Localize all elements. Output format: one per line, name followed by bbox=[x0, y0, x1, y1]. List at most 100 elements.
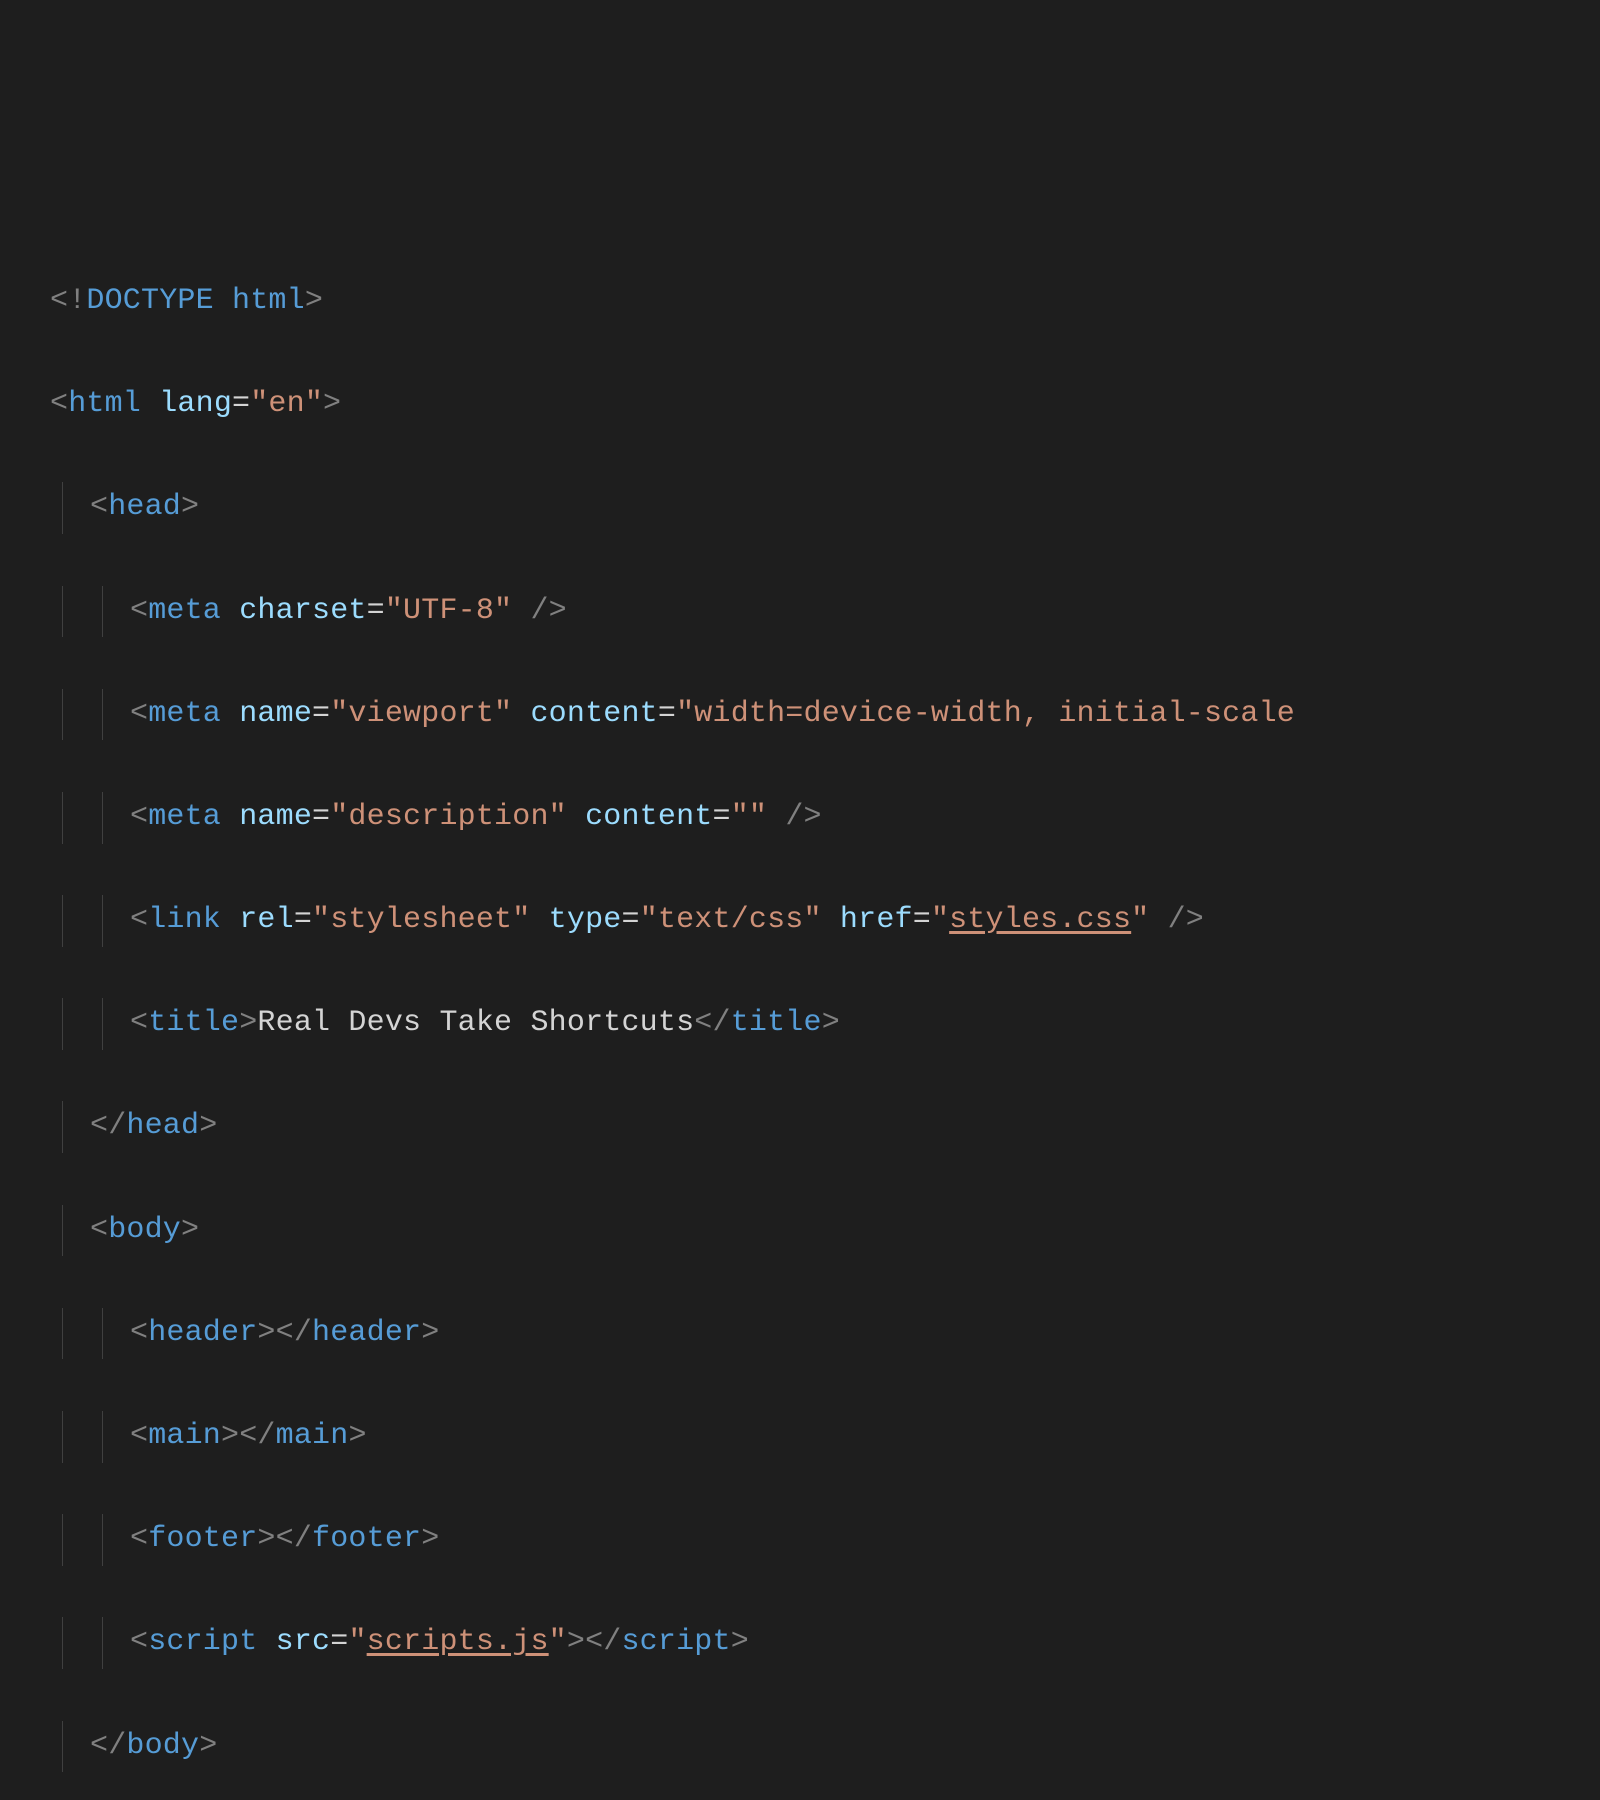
bracket: > bbox=[305, 284, 323, 318]
bracket: > bbox=[257, 1522, 275, 1556]
tag-meta: meta bbox=[148, 697, 221, 731]
indent-guide bbox=[62, 689, 63, 741]
code-line[interactable]: <!DOCTYPE html> bbox=[50, 276, 1600, 328]
equals: = bbox=[913, 903, 931, 937]
bracket: < bbox=[90, 490, 108, 524]
bracket: > bbox=[323, 387, 341, 421]
indent-guide bbox=[62, 998, 63, 1050]
bracket: /> bbox=[785, 800, 821, 834]
bracket: </ bbox=[90, 1729, 126, 1763]
code-line[interactable]: <html lang="en"> bbox=[50, 379, 1600, 431]
equals: = bbox=[621, 903, 639, 937]
indent-guide bbox=[62, 895, 63, 947]
code-line[interactable]: <script src="scripts.js"></script> bbox=[50, 1617, 1600, 1669]
tag-head-close: head bbox=[126, 1109, 199, 1143]
tag-main-close: main bbox=[276, 1419, 349, 1453]
attr-lang-value: "en" bbox=[250, 387, 323, 421]
equals: = bbox=[312, 697, 330, 731]
tag-header: header bbox=[148, 1316, 257, 1350]
indent-guide bbox=[62, 1101, 63, 1153]
indent-guide bbox=[102, 895, 103, 947]
bracket: < bbox=[130, 594, 148, 628]
attr-src: src bbox=[276, 1625, 331, 1659]
equals: = bbox=[367, 594, 385, 628]
code-line[interactable]: <meta name="description" content="" /> bbox=[50, 792, 1600, 844]
bracket: > bbox=[181, 490, 199, 524]
attr-rel-value: "stylesheet" bbox=[312, 903, 530, 937]
attr-href-quote: " bbox=[931, 903, 949, 937]
tag-body-close: body bbox=[126, 1729, 199, 1763]
doctype-keyword: DOCTYPE bbox=[86, 284, 213, 318]
bracket: > bbox=[421, 1316, 439, 1350]
tag-title-close: title bbox=[731, 1006, 822, 1040]
bracket: < bbox=[130, 1522, 148, 1556]
code-line[interactable]: <header></header> bbox=[50, 1308, 1600, 1360]
equals: = bbox=[330, 1625, 348, 1659]
tag-meta: meta bbox=[148, 800, 221, 834]
title-text: Real Devs Take Shortcuts bbox=[257, 1006, 694, 1040]
bracket: < bbox=[130, 697, 148, 731]
equals: = bbox=[232, 387, 250, 421]
bracket: < bbox=[130, 1625, 148, 1659]
indent-guide bbox=[62, 1617, 63, 1669]
bracket: > bbox=[199, 1729, 217, 1763]
bracket: </ bbox=[585, 1625, 621, 1659]
code-line[interactable]: <body> bbox=[50, 1205, 1600, 1257]
bracket: < bbox=[130, 1006, 148, 1040]
code-line[interactable]: <main></main> bbox=[50, 1411, 1600, 1463]
bracket: > bbox=[822, 1006, 840, 1040]
indent-guide bbox=[62, 482, 63, 534]
attr-src-quote: " bbox=[348, 1625, 366, 1659]
attr-href: href bbox=[840, 903, 913, 937]
indent-guide bbox=[102, 998, 103, 1050]
indent-guide bbox=[62, 1205, 63, 1257]
bracket: </ bbox=[239, 1419, 275, 1453]
attr-type-value: "text/css" bbox=[640, 903, 822, 937]
attr-href-link[interactable]: styles.css bbox=[949, 903, 1131, 937]
attr-charset: charset bbox=[239, 594, 366, 628]
attr-name-value: "description" bbox=[330, 800, 567, 834]
attr-name: name bbox=[239, 697, 312, 731]
tag-title: title bbox=[148, 1006, 239, 1040]
bracket: < bbox=[90, 1213, 108, 1247]
attr-content: content bbox=[530, 697, 657, 731]
bracket: </ bbox=[276, 1316, 312, 1350]
attr-type: type bbox=[549, 903, 622, 937]
tag-script: script bbox=[148, 1625, 257, 1659]
code-line[interactable]: </body> bbox=[50, 1721, 1600, 1773]
bracket: < bbox=[130, 1316, 148, 1350]
code-editor[interactable]: <!DOCTYPE html> <html lang="en"> <head> … bbox=[50, 224, 1600, 1800]
equals: = bbox=[658, 697, 676, 731]
doctype-value: html bbox=[232, 284, 305, 318]
bracket: </ bbox=[90, 1109, 126, 1143]
bracket: < bbox=[130, 903, 148, 937]
code-line[interactable]: <title>Real Devs Take Shortcuts</title> bbox=[50, 998, 1600, 1050]
tag-script-close: script bbox=[621, 1625, 730, 1659]
bracket: < bbox=[130, 800, 148, 834]
code-line[interactable]: </head> bbox=[50, 1101, 1600, 1153]
code-line[interactable]: <footer></footer> bbox=[50, 1514, 1600, 1566]
indent-guide bbox=[62, 1721, 63, 1773]
tag-footer: footer bbox=[148, 1522, 257, 1556]
indent-guide bbox=[62, 586, 63, 638]
attr-name: name bbox=[239, 800, 312, 834]
indent-guide bbox=[62, 792, 63, 844]
bracket: > bbox=[181, 1213, 199, 1247]
code-line[interactable]: <meta charset="UTF-8" /> bbox=[50, 586, 1600, 638]
indent-guide bbox=[62, 1308, 63, 1360]
code-line[interactable]: <head> bbox=[50, 482, 1600, 534]
indent-guide bbox=[102, 1617, 103, 1669]
bracket: > bbox=[239, 1006, 257, 1040]
attr-src-link[interactable]: scripts.js bbox=[367, 1625, 549, 1659]
bracket: </ bbox=[694, 1006, 730, 1040]
bracket: > bbox=[199, 1109, 217, 1143]
code-line[interactable]: <link rel="stylesheet" type="text/css" h… bbox=[50, 895, 1600, 947]
attr-href-quote: " bbox=[1131, 903, 1149, 937]
indent-guide bbox=[102, 1411, 103, 1463]
tag-head: head bbox=[108, 490, 181, 524]
indent-guide bbox=[102, 1514, 103, 1566]
attr-content-value: "" bbox=[731, 800, 767, 834]
tag-footer-close: footer bbox=[312, 1522, 421, 1556]
code-line[interactable]: <meta name="viewport" content="width=dev… bbox=[50, 689, 1600, 741]
bracket: /> bbox=[530, 594, 566, 628]
